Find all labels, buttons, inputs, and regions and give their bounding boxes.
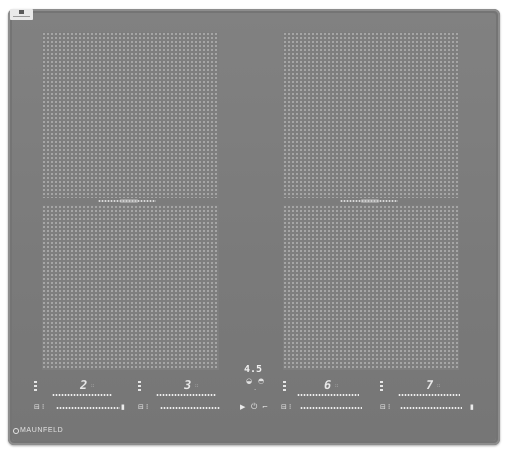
boost-indicator-4: :: xyxy=(437,383,441,389)
zone-selector-2[interactable] xyxy=(138,381,141,391)
bridge-icon[interactable]: ⊟ xyxy=(380,404,386,411)
timer-mid-icon: · xyxy=(254,386,257,394)
zone-left-front[interactable] xyxy=(42,205,219,370)
zone-selector-3[interactable] xyxy=(283,381,286,391)
timer-minus-icon[interactable]: ◒ xyxy=(246,377,252,385)
power-slider-2b[interactable] xyxy=(160,407,220,409)
pause-icon[interactable]: ▶ xyxy=(240,404,245,411)
power-slider-3b[interactable] xyxy=(300,407,362,409)
power-slider-4b[interactable] xyxy=(400,407,462,409)
power-slider-1[interactable] xyxy=(52,394,112,396)
boost-icon[interactable]: ⁞ xyxy=(289,404,291,411)
timer-display: 4.5 xyxy=(244,364,263,375)
brand-logo-icon xyxy=(13,428,19,434)
zone-selector-4[interactable] xyxy=(380,381,383,391)
bridge-mark-left xyxy=(120,199,138,203)
bridge-icon[interactable]: ⊟ xyxy=(281,404,287,411)
boost-icon[interactable]: ⁞ xyxy=(388,404,390,411)
zone-right-back[interactable] xyxy=(283,32,459,198)
bridge-mark-right xyxy=(361,199,379,203)
bridge-icon[interactable]: ⊟ xyxy=(34,404,40,411)
boost-icon[interactable]: ⁞ xyxy=(42,404,44,411)
power-slider-1b[interactable] xyxy=(56,407,120,409)
boost-button-1[interactable]: ▮ xyxy=(121,404,125,411)
lock-icon[interactable]: ⌐ xyxy=(262,404,268,411)
boost-indicator-1: :: xyxy=(91,383,95,389)
power-icon[interactable]: ⏻ xyxy=(251,403,257,411)
power-slider-2[interactable] xyxy=(156,394,216,396)
boost-button-4[interactable]: ▮ xyxy=(470,404,474,411)
boost-icon[interactable]: ⁞ xyxy=(146,404,148,411)
timer-plus-icon[interactable]: ◓ xyxy=(258,377,264,385)
zone-selector-1[interactable] xyxy=(34,381,37,391)
boost-indicator-2: :: xyxy=(195,383,199,389)
power-slider-3[interactable] xyxy=(297,394,359,396)
boost-indicator-3: :: xyxy=(335,383,339,389)
energy-badge xyxy=(10,9,33,20)
power-slider-4[interactable] xyxy=(398,394,460,396)
brand-name: MAUNFELD xyxy=(20,427,64,434)
zone-right-front[interactable] xyxy=(283,205,459,370)
bridge-icon[interactable]: ⊟ xyxy=(138,404,144,411)
zone-left-back[interactable] xyxy=(42,32,219,198)
